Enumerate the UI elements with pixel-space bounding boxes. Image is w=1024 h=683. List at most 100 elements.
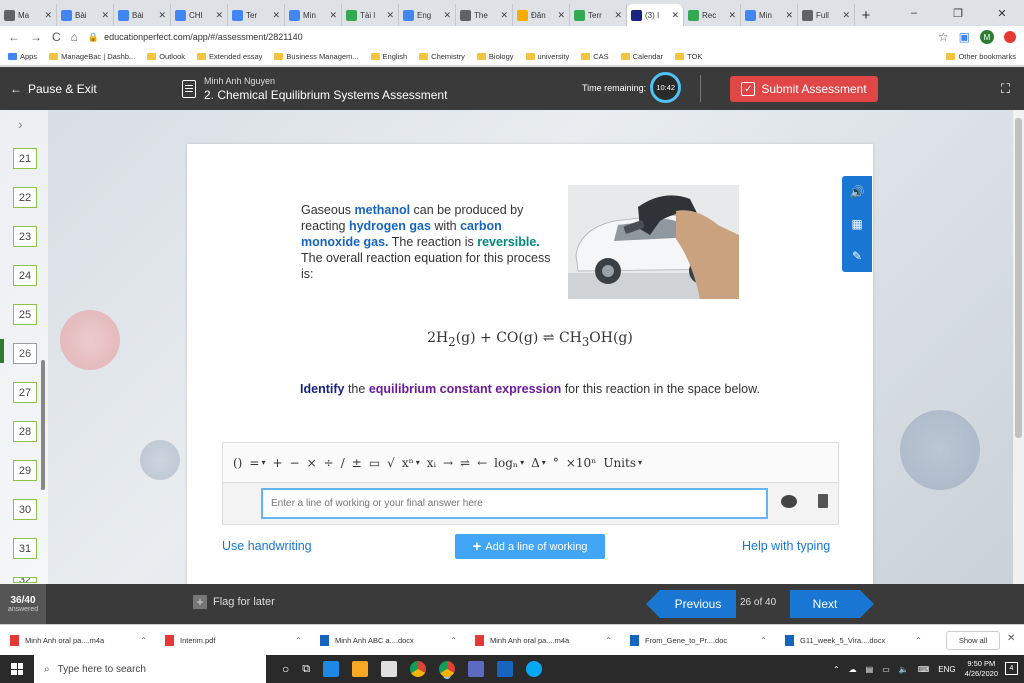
browser-tab[interactable]: Bài ✕ [114,4,171,26]
question-nav-23[interactable]: 23 [13,226,37,247]
question-nav-27[interactable]: 27 [13,382,37,403]
tab-close-icon[interactable]: ✕ [386,10,394,21]
browser-tab[interactable]: Bài ✕ [57,4,114,26]
skype-icon[interactable] [526,661,543,677]
question-nav-29[interactable]: 29 [13,460,37,481]
question-nav-22[interactable]: 22 [13,187,37,208]
download-item[interactable]: G11_week_5_Vira....docx ⌃ [785,634,940,646]
bookmark-item[interactable]: Apps [8,52,37,61]
bookmark-item[interactable]: Extended essay [197,52,262,61]
translate-icon[interactable]: ▣ [959,30,970,44]
browser-tab[interactable]: The ✕ [456,4,513,26]
restore-icon[interactable]: ❐ [936,0,980,26]
back-arrow-icon[interactable]: ← [8,30,20,44]
browser-tab[interactable]: Min ✕ [285,4,342,26]
tab-close-icon[interactable]: ✕ [158,10,166,21]
browser-tab[interactable]: Terr ✕ [570,4,627,26]
battery-icon[interactable]: ▭ [882,665,890,674]
question-nav-26[interactable]: 26 [13,343,37,364]
task-view-icon[interactable]: ⧉ [302,663,310,676]
tab-close-icon[interactable]: ✕ [443,10,451,21]
store-icon[interactable] [381,661,398,677]
math-tool-button[interactable]: ×10ⁿ [566,456,597,470]
download-menu-caret-icon[interactable]: ⌃ [915,636,922,645]
download-item[interactable]: From_Gene_to_Pr....doc ⌃ [630,634,785,646]
start-button[interactable] [0,655,34,683]
dropdown-caret-icon[interactable]: ▾ [520,458,524,467]
calculator-icon[interactable]: ▦ [851,217,862,231]
teams-icon[interactable] [468,661,485,677]
fullscreen-icon[interactable]: ⛶ [1001,81,1010,97]
math-tool-button[interactable]: − [290,456,300,470]
tab-close-icon[interactable]: ✕ [215,10,223,21]
tab-close-icon[interactable]: ✕ [557,10,565,21]
download-item[interactable]: Minh Anh oral pa....m4a ⌃ [10,634,165,646]
browser-tab[interactable]: (3) I ✕ [627,4,684,26]
keyboard-icon[interactable]: ⌨ [918,665,930,674]
bookmark-item[interactable]: ManageBac | Dashb... [49,52,135,61]
record-icon[interactable] [1004,31,1016,43]
text-to-speech-icon[interactable]: 🔊 [850,185,865,199]
add-line-of-working-button[interactable]: + Add a line of working [455,534,605,559]
pen-icon[interactable]: ✎ [852,249,862,263]
browser-tab[interactable]: Ter ✕ [228,4,285,26]
download-menu-caret-icon[interactable]: ⌃ [295,636,302,645]
math-tool-button[interactable]: ← [477,456,487,470]
bookmark-item[interactable]: Business Managem... [274,52,359,61]
math-tool-button[interactable]: ▭ [369,456,380,470]
clock[interactable]: 9:50 PM 4/26/2020 [965,659,998,679]
trash-icon[interactable] [818,494,828,508]
browser-tab[interactable]: Min ✕ [741,4,798,26]
browser-tab[interactable]: Full ✕ [798,4,855,26]
network-icon[interactable]: ▤ [866,665,874,674]
chrome-icon[interactable] [410,661,427,677]
chevron-right-icon[interactable]: › [18,116,23,132]
volume-icon[interactable]: 🔈 [899,665,909,674]
tab-close-icon[interactable]: ✕ [671,10,679,21]
help-with-typing-link[interactable]: Help with typing [742,539,830,553]
math-tool-button[interactable]: Units [603,456,636,470]
url-field[interactable]: 🔒 educationperfect.com/app/#/assessment/… [88,28,928,46]
new-tab-button[interactable]: + [855,4,877,26]
math-tool-button[interactable]: ⇌ [460,456,470,470]
math-tool-button[interactable]: xⁿ [402,456,414,470]
tab-close-icon[interactable]: ✕ [785,10,793,21]
reload-icon[interactable]: C [52,30,61,44]
other-bookmarks[interactable]: Other bookmarks [946,52,1016,61]
question-nav-21[interactable]: 21 [13,148,37,169]
dropdown-caret-icon[interactable]: ▾ [638,458,642,467]
word-icon[interactable] [497,661,514,677]
math-tool-button[interactable]: xᵢ [427,456,436,470]
math-tool-button[interactable]: ± [352,456,362,470]
math-tool-button[interactable]: ° [553,456,559,470]
browser-tab[interactable]: Tài l ✕ [342,4,399,26]
tab-close-icon[interactable]: ✕ [728,10,736,21]
math-tool-button[interactable]: ÷ [324,456,334,470]
use-handwriting-link[interactable]: Use handwriting [222,539,312,553]
math-tool-button[interactable]: / [341,456,345,470]
profile-avatar[interactable]: M [980,30,994,44]
math-tool-button[interactable]: + [272,456,282,470]
math-tool-button[interactable]: () [233,456,242,470]
pause-exit-button[interactable]: ← Pause & Exit [0,82,182,96]
download-item[interactable]: Minh Anh ABC a....docx ⌃ [320,634,475,646]
submit-assessment-button[interactable]: ✓ Submit Assessment [730,76,878,102]
close-downloads-icon[interactable]: ✕ [1007,633,1015,644]
bookmark-item[interactable]: Calendar [620,52,663,61]
file-explorer-icon[interactable] [352,661,369,677]
question-nav-28[interactable]: 28 [13,421,37,442]
bookmark-item[interactable]: Chemistry [419,52,465,61]
download-menu-caret-icon[interactable]: ⌃ [605,636,612,645]
tab-close-icon[interactable]: ✕ [272,10,280,21]
download-menu-caret-icon[interactable]: ⌃ [140,636,147,645]
browser-tab[interactable]: Eng ✕ [399,4,456,26]
dropdown-caret-icon[interactable]: ▾ [261,458,265,467]
tab-close-icon[interactable]: ✕ [614,10,622,21]
dropdown-caret-icon[interactable]: ▾ [542,458,546,467]
navigator-scrollbar[interactable] [41,360,45,490]
cloud-icon[interactable]: ☁ [849,665,857,674]
download-menu-caret-icon[interactable]: ⌃ [760,636,767,645]
math-tool-button[interactable]: × [307,456,317,470]
download-menu-caret-icon[interactable]: ⌃ [450,636,457,645]
chrome-active-icon[interactable] [439,661,456,677]
